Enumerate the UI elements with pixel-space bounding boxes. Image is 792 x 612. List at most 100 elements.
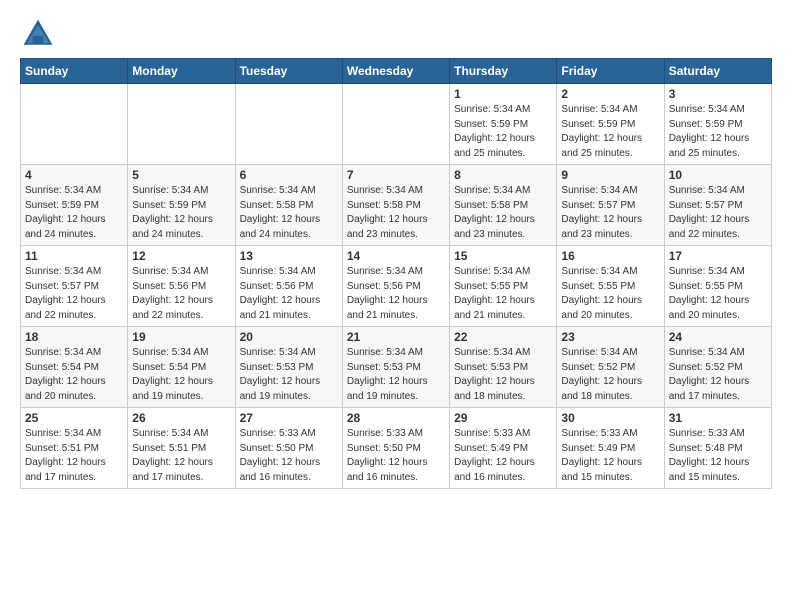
calendar-cell: 13 Sunrise: 5:34 AM Sunset: 5:56 PM Dayli… (235, 246, 342, 327)
day-number: 23 (561, 330, 659, 344)
calendar-day-header: Monday (128, 59, 235, 84)
calendar-cell (21, 84, 128, 165)
day-info: Sunrise: 5:34 AM Sunset: 5:55 PM Dayligh… (454, 265, 552, 323)
day-number: 20 (240, 330, 338, 344)
calendar-week-row: 1 Sunrise: 5:34 AM Sunset: 5:59 PM Daylig… (21, 84, 772, 165)
day-info: Sunrise: 5:33 AM Sunset: 5:48 PM Dayligh… (669, 427, 767, 485)
logo (20, 16, 60, 52)
calendar-cell (128, 84, 235, 165)
calendar-cell: 22 Sunrise: 5:34 AM Sunset: 5:53 PM Dayli… (450, 327, 557, 408)
day-number: 19 (132, 330, 230, 344)
calendar-cell: 28 Sunrise: 5:33 AM Sunset: 5:50 PM Dayli… (342, 408, 449, 489)
day-number: 30 (561, 411, 659, 425)
calendar-day-header: Sunday (21, 59, 128, 84)
calendar-week-row: 4 Sunrise: 5:34 AM Sunset: 5:59 PM Daylig… (21, 165, 772, 246)
calendar-cell: 19 Sunrise: 5:34 AM Sunset: 5:54 PM Dayli… (128, 327, 235, 408)
calendar-cell: 27 Sunrise: 5:33 AM Sunset: 5:50 PM Dayli… (235, 408, 342, 489)
day-info: Sunrise: 5:34 AM Sunset: 5:58 PM Dayligh… (454, 184, 552, 242)
calendar-cell: 30 Sunrise: 5:33 AM Sunset: 5:49 PM Dayli… (557, 408, 664, 489)
calendar-cell: 24 Sunrise: 5:34 AM Sunset: 5:52 PM Dayli… (664, 327, 771, 408)
logo-icon (20, 16, 56, 52)
day-info: Sunrise: 5:34 AM Sunset: 5:55 PM Dayligh… (669, 265, 767, 323)
calendar-cell: 10 Sunrise: 5:34 AM Sunset: 5:57 PM Dayli… (664, 165, 771, 246)
calendar-day-header: Wednesday (342, 59, 449, 84)
day-info: Sunrise: 5:34 AM Sunset: 5:59 PM Dayligh… (669, 103, 767, 161)
day-info: Sunrise: 5:34 AM Sunset: 5:58 PM Dayligh… (240, 184, 338, 242)
day-info: Sunrise: 5:34 AM Sunset: 5:57 PM Dayligh… (561, 184, 659, 242)
calendar-cell: 2Sunrise: 5:34 AM Sunset: 5:59 PM Daylig… (557, 84, 664, 165)
day-number: 7 (347, 168, 445, 182)
day-number: 11 (25, 249, 123, 263)
calendar-cell: 12 Sunrise: 5:34 AM Sunset: 5:56 PM Dayli… (128, 246, 235, 327)
day-info: Sunrise: 5:34 AM Sunset: 5:53 PM Dayligh… (347, 346, 445, 404)
calendar-cell: 31 Sunrise: 5:33 AM Sunset: 5:48 PM Dayli… (664, 408, 771, 489)
day-number: 28 (347, 411, 445, 425)
day-info: Sunrise: 5:34 AM Sunset: 5:55 PM Dayligh… (561, 265, 659, 323)
calendar-week-row: 25 Sunrise: 5:34 AM Sunset: 5:51 PM Dayli… (21, 408, 772, 489)
day-number: 17 (669, 249, 767, 263)
calendar-cell: 26Sunrise: 5:34 AM Sunset: 5:51 PM Dayli… (128, 408, 235, 489)
calendar-cell: 9Sunrise: 5:34 AM Sunset: 5:57 PM Daylig… (557, 165, 664, 246)
day-number: 13 (240, 249, 338, 263)
day-info: Sunrise: 5:34 AM Sunset: 5:51 PM Dayligh… (132, 427, 230, 485)
calendar-cell: 11 Sunrise: 5:34 AM Sunset: 5:57 PM Dayli… (21, 246, 128, 327)
day-info: Sunrise: 5:34 AM Sunset: 5:56 PM Dayligh… (240, 265, 338, 323)
day-number: 8 (454, 168, 552, 182)
day-number: 22 (454, 330, 552, 344)
day-info: Sunrise: 5:33 AM Sunset: 5:50 PM Dayligh… (347, 427, 445, 485)
calendar-cell: 29 Sunrise: 5:33 AM Sunset: 5:49 PM Dayli… (450, 408, 557, 489)
day-number: 25 (25, 411, 123, 425)
day-info: Sunrise: 5:34 AM Sunset: 5:57 PM Dayligh… (669, 184, 767, 242)
day-info: Sunrise: 5:34 AM Sunset: 5:58 PM Dayligh… (347, 184, 445, 242)
calendar: SundayMondayTuesdayWednesdayThursdayFrid… (20, 58, 772, 489)
day-number: 24 (669, 330, 767, 344)
calendar-cell: 16 Sunrise: 5:34 AM Sunset: 5:55 PM Dayli… (557, 246, 664, 327)
day-number: 3 (669, 87, 767, 101)
day-number: 29 (454, 411, 552, 425)
day-number: 6 (240, 168, 338, 182)
day-info: Sunrise: 5:34 AM Sunset: 5:57 PM Dayligh… (25, 265, 123, 323)
day-info: Sunrise: 5:33 AM Sunset: 5:49 PM Dayligh… (454, 427, 552, 485)
calendar-header-row: SundayMondayTuesdayWednesdayThursdayFrid… (21, 59, 772, 84)
header (20, 16, 772, 52)
day-number: 15 (454, 249, 552, 263)
calendar-day-header: Tuesday (235, 59, 342, 84)
day-info: Sunrise: 5:34 AM Sunset: 5:53 PM Dayligh… (454, 346, 552, 404)
calendar-cell: 14Sunrise: 5:34 AM Sunset: 5:56 PM Dayli… (342, 246, 449, 327)
day-info: Sunrise: 5:34 AM Sunset: 5:59 PM Dayligh… (454, 103, 552, 161)
day-number: 1 (454, 87, 552, 101)
calendar-cell: 20Sunrise: 5:34 AM Sunset: 5:53 PM Dayli… (235, 327, 342, 408)
day-number: 31 (669, 411, 767, 425)
calendar-cell: 18Sunrise: 5:34 AM Sunset: 5:54 PM Dayli… (21, 327, 128, 408)
day-number: 16 (561, 249, 659, 263)
day-number: 18 (25, 330, 123, 344)
day-number: 4 (25, 168, 123, 182)
day-info: Sunrise: 5:34 AM Sunset: 5:52 PM Dayligh… (669, 346, 767, 404)
day-number: 12 (132, 249, 230, 263)
calendar-cell: 5Sunrise: 5:34 AM Sunset: 5:59 PM Daylig… (128, 165, 235, 246)
day-number: 14 (347, 249, 445, 263)
day-info: Sunrise: 5:34 AM Sunset: 5:59 PM Dayligh… (561, 103, 659, 161)
day-info: Sunrise: 5:34 AM Sunset: 5:54 PM Dayligh… (132, 346, 230, 404)
day-info: Sunrise: 5:34 AM Sunset: 5:59 PM Dayligh… (25, 184, 123, 242)
calendar-cell: 1 Sunrise: 5:34 AM Sunset: 5:59 PM Daylig… (450, 84, 557, 165)
day-number: 27 (240, 411, 338, 425)
day-info: Sunrise: 5:33 AM Sunset: 5:49 PM Dayligh… (561, 427, 659, 485)
day-number: 21 (347, 330, 445, 344)
calendar-day-header: Friday (557, 59, 664, 84)
day-info: Sunrise: 5:34 AM Sunset: 5:56 PM Dayligh… (132, 265, 230, 323)
calendar-week-row: 18 Sunrise: 5:34 AM Sunset: 5:54 PM Dayli… (21, 327, 772, 408)
calendar-cell: 3 Sunrise: 5:34 AM Sunset: 5:59 PM Daylig… (664, 84, 771, 165)
page: SundayMondayTuesdayWednesdayThursdayFrid… (0, 0, 792, 505)
calendar-week-row: 11 Sunrise: 5:34 AM Sunset: 5:57 PM Dayli… (21, 246, 772, 327)
calendar-cell: 25Sunrise: 5:34 AM Sunset: 5:51 PM Dayli… (21, 408, 128, 489)
day-info: Sunrise: 5:34 AM Sunset: 5:59 PM Dayligh… (132, 184, 230, 242)
calendar-cell: 4 Sunrise: 5:34 AM Sunset: 5:59 PM Daylig… (21, 165, 128, 246)
calendar-day-header: Saturday (664, 59, 771, 84)
calendar-cell: 15 Sunrise: 5:34 AM Sunset: 5:55 PM Dayli… (450, 246, 557, 327)
calendar-cell: 7 Sunrise: 5:34 AM Sunset: 5:58 PM Daylig… (342, 165, 449, 246)
day-info: Sunrise: 5:33 AM Sunset: 5:50 PM Dayligh… (240, 427, 338, 485)
day-number: 10 (669, 168, 767, 182)
calendar-day-header: Thursday (450, 59, 557, 84)
calendar-cell (342, 84, 449, 165)
